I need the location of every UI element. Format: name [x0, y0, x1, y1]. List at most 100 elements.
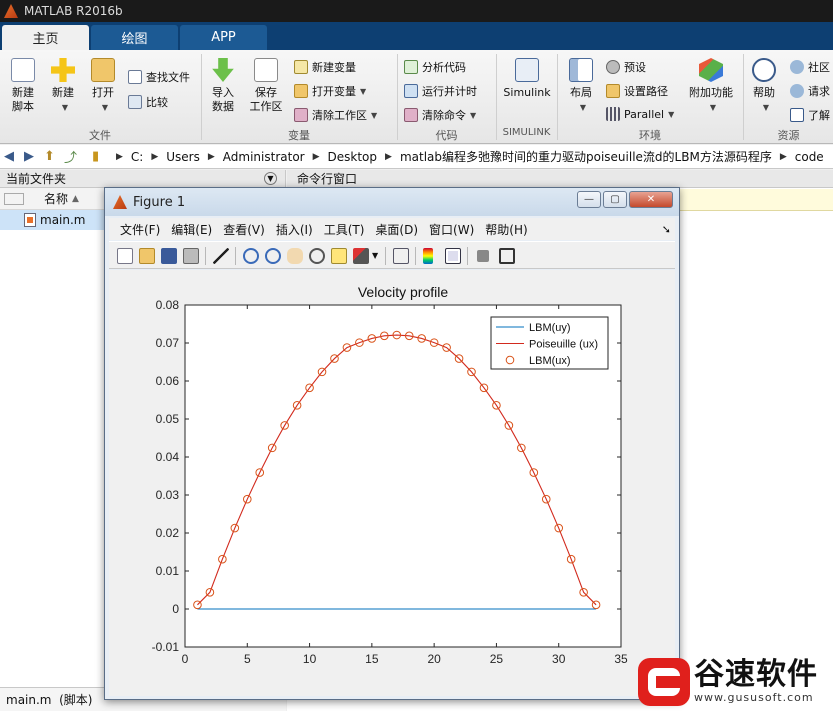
new-variable-button[interactable]: 新建变量 [294, 59, 356, 75]
column-checkbox[interactable] [4, 192, 24, 205]
zoom-out-icon[interactable] [265, 248, 281, 264]
browse-folder-icon[interactable]: ⤴ [64, 150, 80, 166]
menu-window[interactable]: 窗口(W) [429, 221, 474, 238]
pan-hand-icon[interactable] [287, 248, 303, 264]
parallel-label: Parallel [624, 107, 665, 121]
clear-commands-button[interactable]: 清除命令 ▼ [404, 107, 476, 123]
request-support-label: 请求 [808, 85, 830, 98]
learn-label: 了解 [808, 109, 830, 122]
tab-apps[interactable]: APP [180, 25, 267, 50]
back-arrow-icon[interactable]: ◀ [4, 149, 20, 164]
figure-canvas: 0 5 10 15 20 25 30 35 -0.01 0 0.01 0.02 0.03 0.04 0.05… [109, 270, 675, 696]
maximize-button[interactable]: ▢ [603, 191, 627, 208]
minimize-button[interactable]: — [577, 191, 601, 208]
layout-label: 布局 [570, 86, 592, 99]
link-plot-icon[interactable] [393, 248, 409, 264]
show-plot-tools-icon[interactable] [499, 248, 515, 264]
compare-button[interactable]: 比较 [128, 94, 168, 110]
dock-arrow-icon[interactable]: ➘ [662, 223, 671, 236]
close-button[interactable]: ✕ [629, 191, 673, 208]
breadcrumb-drive[interactable]: C: [131, 150, 143, 164]
menu-help[interactable]: 帮助(H) [485, 221, 527, 238]
community-button[interactable]: 社区 [790, 59, 830, 75]
group-label-environment: 环境 [639, 129, 661, 142]
menu-desktop[interactable]: 桌面(D) [375, 221, 418, 238]
clear-workspace-button[interactable]: 清除工作区 ▼ [294, 107, 377, 123]
preferences-button[interactable]: 预设 [606, 59, 646, 75]
command-window-title: 命令行窗口 [297, 172, 358, 186]
run-and-time-button[interactable]: 运行并计时 [404, 83, 477, 99]
pointer-icon[interactable] [213, 248, 229, 264]
hide-plot-tools-icon[interactable] [477, 250, 489, 262]
addons-label: 附加功能 [689, 86, 733, 99]
y-tick-label: 0.04 [156, 450, 180, 464]
new-figure-icon[interactable] [117, 248, 133, 264]
import-data-button[interactable]: 导入 数据 [206, 58, 240, 114]
zoom-in-icon[interactable] [243, 248, 259, 264]
breadcrumb-administrator[interactable]: Administrator [223, 150, 305, 164]
new-button[interactable]: 新建 ▼ [46, 58, 80, 115]
colorbar-icon[interactable] [423, 248, 433, 264]
chart-title: Velocity profile [358, 284, 448, 300]
analyze-code-button[interactable]: 分析代码 [404, 59, 466, 75]
open-button[interactable]: 打开 ▼ [86, 58, 120, 115]
breadcrumb-project[interactable]: matlab编程多弛豫时间的重力驱动poiseuille流d的LBM方法源码程序 [400, 148, 772, 165]
open-variable-button[interactable]: 打开变量 ▼ [294, 83, 366, 99]
chevron-down-icon: ▼ [470, 110, 477, 120]
up-folder-icon[interactable]: ⬆ [44, 149, 60, 164]
find-files-button[interactable]: 查找文件 [128, 69, 190, 85]
menu-insert[interactable]: 插入(I) [276, 221, 313, 238]
brush-icon[interactable] [353, 248, 369, 264]
parallel-button[interactable]: Parallel ▼ [606, 107, 674, 121]
set-path-button[interactable]: 设置路径 [606, 83, 668, 99]
data-cursor-icon[interactable] [331, 248, 347, 264]
eraser-icon [404, 108, 418, 122]
request-support-button[interactable]: 请求 [790, 83, 830, 99]
menu-file[interactable]: 文件(F) [120, 221, 160, 238]
path-separator: ▶ [151, 151, 159, 162]
gear-icon [606, 60, 620, 74]
print-icon[interactable] [183, 248, 199, 264]
breadcrumb-code[interactable]: code [795, 150, 824, 164]
x-tick-label: 0 [182, 652, 189, 666]
save-workspace-button[interactable]: 保存 工作区 [246, 58, 286, 114]
y-tick-label: 0.01 [156, 564, 180, 578]
addons-button[interactable]: 附加功能 ▼ [686, 58, 736, 115]
menu-tools[interactable]: 工具(T) [324, 221, 365, 238]
y-tick-label: -0.01 [152, 640, 180, 654]
new-script-label: 新建 脚本 [12, 86, 34, 113]
window-title: MATLAB R2016b [24, 4, 123, 18]
tab-plots[interactable]: 绘图 [91, 25, 178, 50]
velocity-profile-chart: 0 5 10 15 20 25 30 35-0.0100.010.020.030.040.05… [152, 284, 628, 666]
save-icon[interactable] [161, 248, 177, 264]
current-folder-title: 当前文件夹 [6, 172, 67, 186]
figure-title: Figure 1 [133, 194, 186, 210]
menu-edit[interactable]: 编辑(E) [171, 221, 212, 238]
gususoft-logo-icon [638, 657, 690, 706]
help-button[interactable]: 帮助 ▼ [748, 58, 780, 115]
legend-icon[interactable] [445, 248, 461, 264]
clear-commands-label: 清除命令 [422, 109, 466, 122]
compare-label: 比较 [146, 96, 168, 109]
open-variable-icon [294, 84, 308, 98]
menu-view[interactable]: 查看(V) [223, 221, 265, 238]
learn-button[interactable]: 了解 [790, 107, 830, 123]
community-label: 社区 [808, 61, 830, 74]
group-label-variable: 变量 [288, 129, 310, 142]
tab-home[interactable]: 主页 [2, 25, 89, 50]
simulink-button[interactable]: Simulink [502, 58, 552, 100]
open-variable-label: 打开变量 [312, 85, 356, 98]
forward-arrow-icon[interactable]: ▶ [24, 149, 40, 164]
y-tick-label: 0.03 [156, 488, 180, 502]
open-file-icon[interactable] [139, 248, 155, 264]
layout-button[interactable]: 布局 ▼ [564, 58, 598, 115]
chevron-down-icon[interactable]: ▼ [372, 251, 378, 260]
panel-menu-icon[interactable]: ▼ [264, 172, 277, 185]
find-files-icon [128, 70, 142, 84]
new-script-button[interactable]: 新建 脚本 [6, 58, 40, 114]
breadcrumb-desktop[interactable]: Desktop [328, 150, 378, 164]
rotate-3d-icon[interactable] [309, 248, 325, 264]
figure-title-bar[interactable]: Figure 1 — ▢ ✕ [105, 188, 679, 216]
breadcrumb-users[interactable]: Users [166, 150, 200, 164]
analyze-code-icon [404, 60, 418, 74]
